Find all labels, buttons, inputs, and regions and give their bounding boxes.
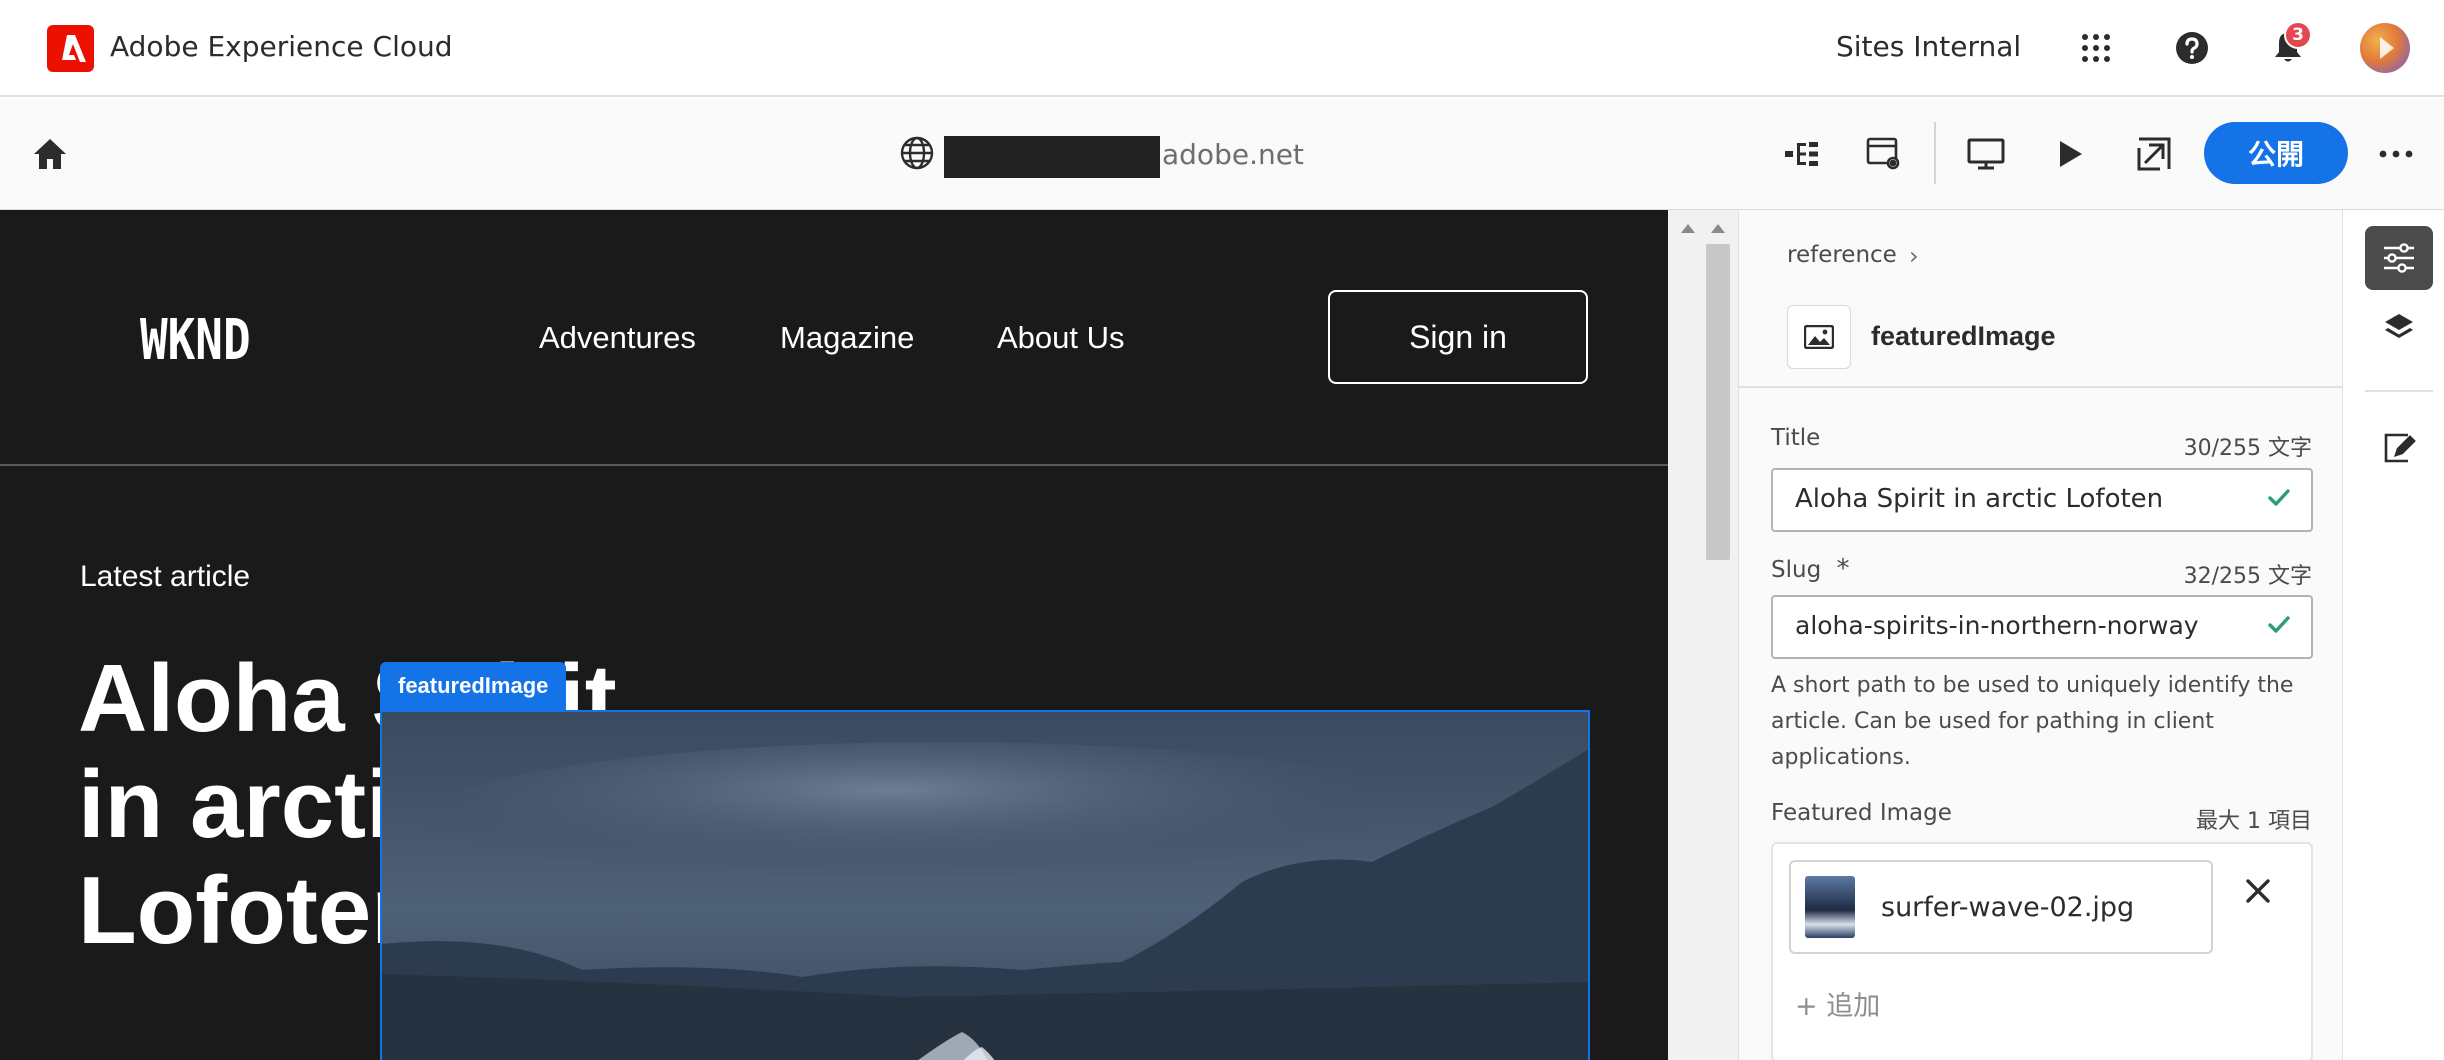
user-avatar[interactable]: [2360, 23, 2410, 73]
home-icon[interactable]: [26, 130, 74, 178]
annotate-edit-note-icon[interactable]: [2365, 416, 2433, 480]
asset-thumbnail: [1805, 876, 1855, 938]
scroll-thumb[interactable]: [1706, 244, 1730, 560]
right-rail: [2342, 210, 2444, 1060]
breadcrumb[interactable]: reference: [1787, 242, 1897, 268]
title-value[interactable]: Aloha Spirit in arctic Lofoten: [1795, 484, 2163, 514]
title-field[interactable]: Aloha Spirit in arctic Lofoten: [1771, 468, 2313, 532]
header-divider: [0, 464, 1668, 466]
asset-filename: surfer-wave-02.jpg: [1881, 892, 2135, 923]
toolbar-divider: [1934, 122, 1936, 184]
article-eyebrow: Latest article: [80, 560, 251, 593]
image-component-icon: [1787, 305, 1851, 369]
selected-component-tag[interactable]: featuredImage: [380, 662, 567, 710]
adobe-logo-icon[interactable]: [47, 25, 94, 72]
play-preview-icon[interactable]: [2046, 130, 2094, 178]
component-name: featuredImage: [1871, 321, 2056, 351]
scroll-up-arrow-icon[interactable]: [1681, 224, 1695, 233]
surf-wave-photo: [382, 712, 1588, 1060]
notification-count-badge: 3: [2284, 21, 2312, 49]
more-actions-icon[interactable]: [2372, 130, 2420, 178]
featured-image[interactable]: [380, 710, 1590, 1060]
desktop-preview-icon[interactable]: [1962, 130, 2010, 178]
layers-tab-icon[interactable]: [2365, 296, 2433, 360]
slug-char-count: 32/255 文字: [2183, 564, 2312, 589]
shell-bar: Adobe Experience Cloud Sites Internal 3: [0, 0, 2444, 97]
page-preview-canvas[interactable]: WKND Adventures Magazine About Us Sign i…: [0, 210, 1668, 1060]
slug-label-text: Slug: [1771, 557, 1822, 583]
nav-link-adventures[interactable]: Adventures: [539, 320, 696, 356]
nav-link-magazine[interactable]: Magazine: [780, 320, 914, 356]
chevron-right-icon: ›: [1909, 242, 1919, 270]
add-asset-button[interactable]: + 追加: [1795, 984, 1880, 1023]
app-title[interactable]: Adobe Experience Cloud: [110, 30, 453, 63]
asset-card[interactable]: surfer-wave-02.jpg: [1789, 860, 2213, 954]
page-properties-icon[interactable]: [1860, 130, 1908, 178]
apps-grid-icon[interactable]: [2074, 26, 2118, 70]
properties-tab-sliders-icon[interactable]: [2365, 226, 2433, 290]
slug-value[interactable]: aloha-spirits-in-northern-norway: [1795, 611, 2199, 640]
rail-divider: [2365, 390, 2433, 392]
slug-label: Slug *: [1771, 554, 1849, 584]
content-tree-icon[interactable]: [1778, 130, 1826, 178]
open-in-new-window-icon[interactable]: [2130, 130, 2178, 178]
site-url[interactable]: adobe.net: [1162, 138, 1304, 171]
remove-asset-close-icon[interactable]: [2245, 878, 2271, 908]
slug-field[interactable]: aloha-spirits-in-northern-norway: [1771, 595, 2313, 659]
valid-checkmark-icon: [2265, 484, 2293, 516]
redacted-hostname: [944, 136, 1160, 178]
publish-button[interactable]: 公開: [2204, 122, 2348, 184]
title-label: Title: [1771, 425, 1821, 451]
globe-icon: [893, 129, 941, 177]
featured-image-limit: 最大 1 項目: [2196, 809, 2312, 834]
help-icon[interactable]: [2170, 26, 2214, 70]
canvas-scrollbar[interactable]: [1668, 210, 1738, 1060]
site-logo[interactable]: WKND: [140, 308, 251, 373]
slug-help-text: A short path to be used to uniquely iden…: [1771, 673, 2294, 770]
featured-image-reference-box: surfer-wave-02.jpg + 追加: [1771, 842, 2313, 1060]
nav-link-about-us[interactable]: About Us: [997, 320, 1125, 356]
valid-checkmark-icon: [2265, 611, 2293, 643]
sign-in-button[interactable]: Sign in: [1328, 290, 1588, 384]
required-marker: *: [1836, 554, 1850, 584]
panel-divider: [1739, 386, 2343, 388]
featured-image-label: Featured Image: [1771, 800, 1952, 826]
org-switcher[interactable]: Sites Internal: [1836, 30, 2021, 63]
title-char-count: 30/255 文字: [2183, 436, 2312, 461]
properties-panel: reference › featuredImage Title 30/255 文…: [1738, 210, 2343, 1060]
scroll-up-arrow-icon[interactable]: [1711, 224, 1725, 233]
